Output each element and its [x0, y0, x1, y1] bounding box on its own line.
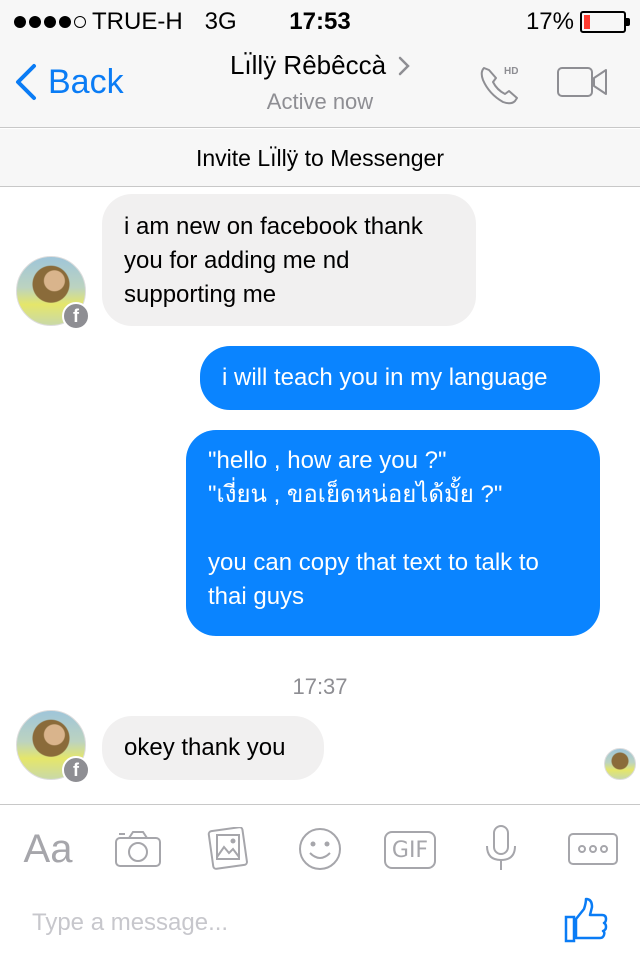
message-text: "hello , how are you ?" "เงี่ยน , ขอเย็ด… — [208, 447, 539, 610]
battery-fill — [584, 15, 591, 29]
conversation-header[interactable]: Lı̈llÿ Rêbêccà Active now — [0, 50, 640, 115]
text-format-button[interactable]: Aa — [20, 823, 76, 875]
seen-receipt-avatar — [604, 748, 636, 780]
status-bar: TRUE-H 3G 17:53 17% — [0, 0, 640, 40]
message-text: i am new on facebook thank you for addin… — [124, 213, 423, 308]
active-status: Active now — [266, 89, 374, 114]
message-bubble-outgoing[interactable]: "hello , how are you ?" "เงี่ยน , ขอเย็ด… — [186, 430, 600, 636]
status-right: 17% — [525, 8, 630, 36]
photo-icon — [207, 827, 248, 870]
message-bubble-incoming[interactable]: okey thank you — [102, 716, 324, 780]
contact-name: Lı̈llÿ Rêbêccà — [229, 50, 387, 80]
camera-icon — [115, 831, 161, 867]
nav-bar: Back Lı̈llÿ Rêbêccà Active now HD — [0, 40, 640, 128]
message-text: i will teach you in my language — [222, 364, 548, 391]
message-timestamp: 17:37 — [292, 674, 348, 699]
message-list[interactable]: f i am new on facebook thank you for add… — [0, 188, 640, 804]
voice-record-button[interactable] — [476, 823, 526, 875]
message-bubble-outgoing[interactable]: i will teach you in my language — [200, 346, 600, 410]
microphone-icon — [486, 825, 516, 870]
facebook-icon: f — [62, 302, 90, 330]
camera-button[interactable] — [110, 823, 166, 875]
contact-avatar[interactable]: f — [16, 256, 90, 330]
thumbs-up-icon — [564, 897, 608, 943]
video-call-button[interactable] — [556, 64, 608, 105]
sticker-button[interactable] — [294, 823, 346, 875]
more-dots-icon — [568, 833, 618, 865]
svg-text:HD: HD — [504, 66, 518, 77]
message-text: okey thank you — [124, 734, 286, 761]
more-options-button[interactable] — [566, 823, 620, 875]
composer-toolbar: Aa GIF — [0, 804, 640, 960]
hd-call-button[interactable]: HD — [476, 60, 524, 113]
battery-icon — [580, 11, 630, 33]
invite-to-messenger-banner[interactable]: Invite Lı̈llÿ to Messenger — [0, 129, 640, 187]
message-input[interactable] — [32, 903, 532, 943]
photo-gallery-button[interactable] — [202, 823, 254, 875]
battery-percent: 17% — [525, 8, 574, 35]
chevron-right-icon — [398, 56, 410, 75]
phone-hd-icon: HD — [480, 66, 518, 105]
message-bubble-incoming[interactable]: i am new on facebook thank you for addin… — [102, 194, 476, 326]
gif-button[interactable]: GIF — [384, 831, 436, 869]
video-camera-icon — [557, 67, 607, 97]
smiley-icon — [299, 828, 341, 870]
contact-avatar[interactable]: f — [16, 710, 90, 784]
facebook-icon: f — [62, 756, 90, 784]
like-button[interactable] — [562, 897, 610, 950]
